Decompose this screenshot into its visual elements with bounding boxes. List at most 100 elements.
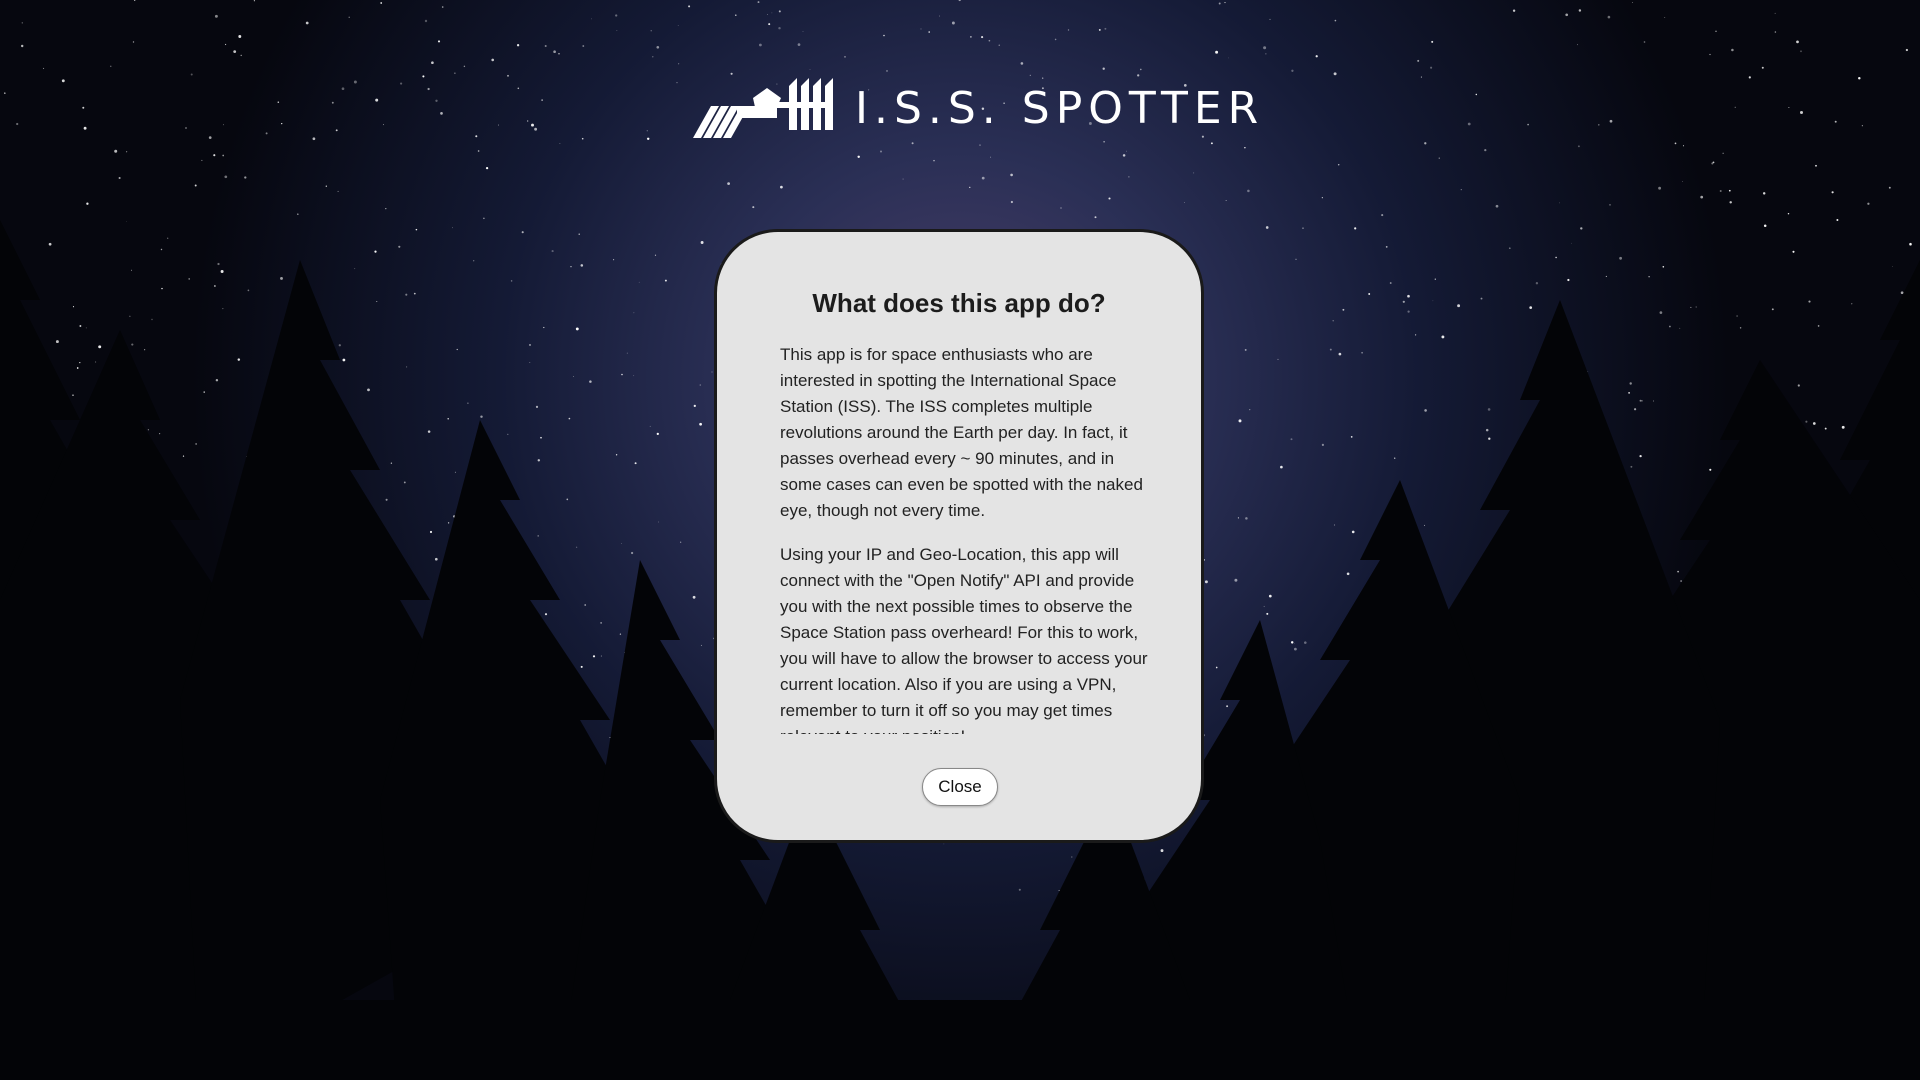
star: [188, 278, 191, 280]
star: [331, 101, 334, 104]
star: [1332, 319, 1334, 322]
star: [700, 241, 704, 244]
star: [85, 327, 87, 329]
star: [403, 481, 406, 484]
star: [1104, 27, 1107, 30]
star: [1224, 2, 1226, 4]
star: [118, 176, 121, 180]
star: [325, 185, 327, 187]
close-button[interactable]: Close: [922, 768, 998, 806]
star: [883, 34, 885, 37]
star: [1709, 53, 1711, 56]
star: [600, 622, 602, 624]
star: [1338, 352, 1342, 356]
star: [480, 415, 483, 418]
star: [1485, 428, 1489, 432]
star: [658, 521, 659, 523]
star: [933, 159, 935, 162]
star: [1643, 41, 1646, 43]
star: [1529, 306, 1533, 309]
star: [1321, 443, 1324, 446]
star: [214, 285, 216, 287]
star: [544, 44, 547, 48]
star: [131, 343, 134, 346]
modal-scroll-body[interactable]: This app is for space enthusiasts who ar…: [780, 342, 1150, 734]
star: [1774, 12, 1776, 14]
star: [1245, 517, 1248, 520]
about-modal: What does this app do? This app is for s…: [714, 229, 1204, 843]
star: [353, 80, 357, 84]
star: [677, 25, 679, 26]
star: [778, 10, 781, 13]
star: [1892, 266, 1893, 268]
star: [1607, 15, 1611, 19]
star: [1354, 227, 1357, 230]
star: [1571, 242, 1573, 244]
star: [535, 405, 539, 408]
star: [427, 87, 430, 91]
star: [280, 276, 283, 280]
star: [1831, 191, 1834, 194]
star: [447, 522, 450, 524]
star: [1736, 315, 1738, 317]
star: [1071, 856, 1073, 858]
star: [1321, 197, 1323, 199]
star: [485, 166, 489, 170]
star: [998, 44, 1000, 46]
star: [1184, 202, 1185, 203]
star: [297, 213, 299, 215]
star: [797, 43, 801, 46]
star: [222, 308, 224, 310]
star: [1128, 176, 1130, 178]
star: [1900, 291, 1904, 295]
star: [222, 154, 225, 157]
star: [759, 43, 762, 47]
star: [385, 207, 387, 210]
star: [1888, 186, 1891, 189]
star: [312, 137, 316, 141]
star: [507, 433, 509, 436]
star: [213, 154, 216, 157]
star: [652, 56, 654, 58]
star: [578, 233, 580, 235]
star: [1800, 50, 1802, 53]
star: [529, 362, 531, 364]
star: [559, 142, 561, 144]
star: [979, 144, 981, 146]
star: [1432, 300, 1434, 302]
star: [454, 471, 456, 473]
star: [1304, 641, 1307, 644]
star: [969, 186, 971, 188]
star: [1605, 275, 1607, 277]
star: [573, 376, 574, 377]
modal-title: What does this app do?: [812, 288, 1106, 318]
star: [43, 67, 45, 69]
star: [920, 28, 922, 30]
star: [600, 655, 602, 657]
star: [1424, 409, 1427, 412]
star: [566, 498, 569, 501]
star: [517, 87, 520, 90]
star: [413, 292, 416, 295]
star: [1122, 154, 1126, 157]
star: [735, 14, 737, 16]
star: [456, 348, 458, 351]
star: [1125, 150, 1127, 152]
star: [477, 150, 480, 152]
star: [1734, 106, 1736, 108]
app-title: I.S.S. SPOTTER: [855, 82, 1265, 134]
star: [1102, 67, 1105, 70]
star: [400, 82, 403, 85]
star: [1739, 327, 1742, 329]
star: [134, 0, 136, 1]
star: [1302, 227, 1304, 229]
star: [1247, 189, 1250, 193]
star: [902, 178, 904, 180]
star: [1010, 200, 1014, 204]
star: [76, 367, 79, 369]
star: [1609, 119, 1613, 123]
star: [551, 250, 554, 253]
modal-paragraph-usage: Using your IP and Geo-Location, this app…: [780, 545, 1148, 734]
star: [615, 454, 618, 456]
star: [424, 19, 428, 23]
